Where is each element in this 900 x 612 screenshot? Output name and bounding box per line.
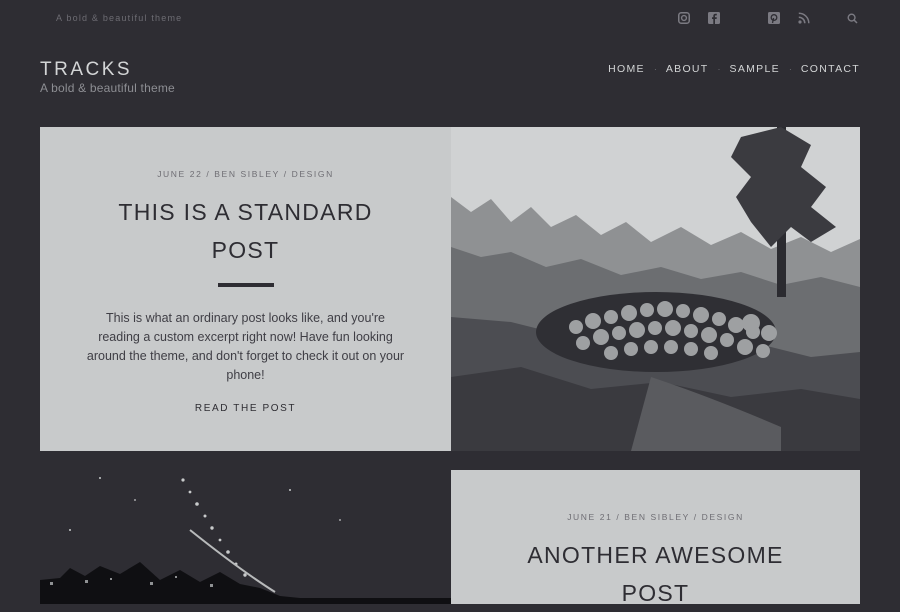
post-meta: JUNE 21 / BEN SIBLEY / DESIGN	[567, 512, 744, 522]
nav-item-home[interactable]: HOME	[608, 63, 645, 75]
main-nav: HOME · ABOUT · SAMPLE · CONTACT	[608, 63, 860, 75]
nav-item-sample[interactable]: SAMPLE	[730, 63, 780, 75]
post-meta: JUNE 22 / BEN SIBLEY / DESIGN	[157, 169, 334, 179]
top-bar: A bold & beautiful theme	[0, 0, 900, 36]
post-title[interactable]: THIS IS A STANDARD POST	[101, 193, 391, 269]
nav-item-about[interactable]: ABOUT	[666, 63, 709, 75]
rss-icon[interactable]	[796, 10, 812, 26]
social-icons	[662, 10, 860, 26]
nav-separator: ·	[788, 64, 792, 74]
instagram-icon[interactable]	[676, 10, 692, 26]
post-featured-image[interactable]	[40, 470, 451, 604]
post-title[interactable]: ANOTHER AWESOME POST	[511, 536, 801, 612]
title-divider	[217, 283, 274, 287]
top-tagline: A bold & beautiful theme	[56, 13, 183, 23]
nav-separator: ·	[653, 64, 657, 74]
post-featured-image[interactable]	[451, 127, 860, 451]
site-title[interactable]: TRACKS	[40, 59, 132, 81]
post-excerpt: This is what an ordinary post looks like…	[86, 311, 405, 382]
nav-separator: ·	[717, 64, 721, 74]
search-icon[interactable]	[844, 10, 860, 26]
post-card: JUNE 21 / BEN SIBLEY / DESIGN ANOTHER AW…	[451, 470, 860, 606]
post-card: JUNE 22 / BEN SIBLEY / DESIGN THIS IS A …	[40, 127, 451, 451]
read-more-link[interactable]: READ THE POST	[195, 403, 296, 414]
site-description: A bold & beautiful theme	[40, 81, 175, 95]
pinterest-icon[interactable]	[766, 10, 782, 26]
nav-item-contact[interactable]: CONTACT	[801, 63, 860, 75]
facebook-icon[interactable]	[706, 10, 722, 26]
